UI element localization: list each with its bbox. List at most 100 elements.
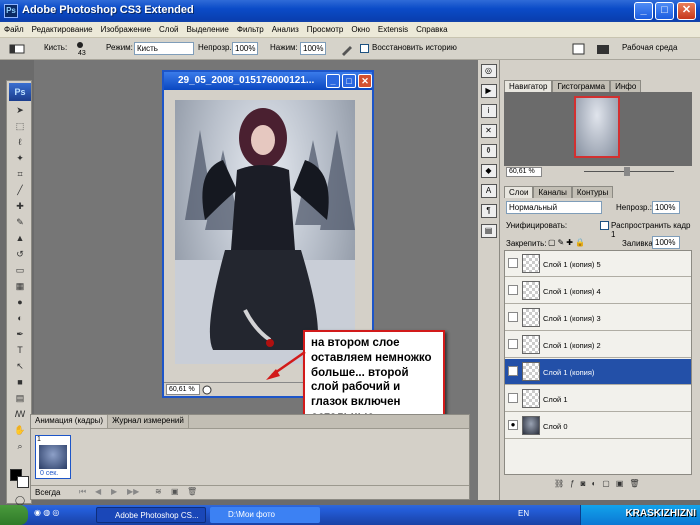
tween-icon[interactable]: ≋ <box>155 487 162 496</box>
tools-preset-icon[interactable]: ✕ <box>480 124 497 138</box>
zoom-tool-icon[interactable]: ⌕ <box>9 439 31 453</box>
layer-row[interactable]: Слой 1 (копия) 3 <box>505 305 691 331</box>
navigator-zoom-field[interactable]: 60,61 % <box>506 167 542 177</box>
path-selection-icon[interactable]: ↖ <box>9 359 31 373</box>
eye-icon[interactable]: ● <box>508 420 518 430</box>
palette-well-icon[interactable] <box>572 42 586 56</box>
tab-layers[interactable]: Слои <box>504 186 534 198</box>
minimize-button[interactable]: _ <box>634 2 653 20</box>
crop-tool-icon[interactable]: ⌗ <box>9 167 31 181</box>
visibility-toggle[interactable] <box>508 258 518 268</box>
navigator-icon[interactable]: ◎ <box>480 64 497 78</box>
tab-animation[interactable]: Анимация (кадры) <box>31 415 109 428</box>
new-frame-icon[interactable]: ▣ <box>171 487 179 496</box>
pressure-field[interactable]: 100% <box>300 42 326 55</box>
menu-window[interactable]: Окно <box>347 22 374 38</box>
layer-comps-icon[interactable]: ▤ <box>480 224 497 238</box>
eyedropper-icon[interactable]: ꟿ <box>9 407 31 421</box>
hand-tool-icon[interactable]: ✋ <box>9 423 31 437</box>
info-icon[interactable]: i <box>480 104 497 118</box>
airbrush-icon[interactable] <box>340 42 354 56</box>
menu-filter[interactable]: Фильтр <box>233 22 268 38</box>
doc-maximize-button[interactable]: □ <box>342 74 356 88</box>
brush-preview-icon[interactable] <box>74 40 86 50</box>
layer-row[interactable]: Слой 1 <box>505 386 691 412</box>
type-tool-icon[interactable]: T <box>9 343 31 357</box>
close-button[interactable]: ✕ <box>677 2 696 20</box>
menu-extensis[interactable]: Extensis <box>374 22 412 38</box>
eraser-icon[interactable]: ▭ <box>9 263 31 277</box>
document-canvas[interactable] <box>175 100 355 364</box>
document-title-bar[interactable]: 29_05_2008_015176000121... _ □ ✕ <box>164 72 372 90</box>
brush-tool-icon[interactable]: ✎ <box>9 215 31 229</box>
tab-histogram[interactable]: Гистограмма <box>552 80 611 92</box>
frame-delay[interactable]: 0 сек. <box>40 470 58 477</box>
menu-view[interactable]: Просмотр <box>303 22 348 38</box>
fill-field[interactable]: 100% <box>652 236 680 249</box>
doc-close-button[interactable]: ✕ <box>358 74 372 88</box>
visibility-toggle[interactable] <box>508 393 518 403</box>
layer-row-selected[interactable]: ● Слой 1 (копия) <box>505 359 691 385</box>
animation-frame-1[interactable]: 1 0 сек. <box>35 435 71 479</box>
first-frame-icon[interactable]: ⏮ <box>79 487 86 497</box>
tab-navigator[interactable]: Навигатор <box>504 80 553 92</box>
background-color-swatch[interactable] <box>17 476 29 488</box>
slice-tool-icon[interactable]: ╱ <box>9 183 31 197</box>
taskbar-folder[interactable]: D:\Мои фото <box>210 507 320 523</box>
layer-actions-icons[interactable]: ⛓ƒ◙◐▢▣🗑 <box>554 479 646 488</box>
layer-opacity-field[interactable]: 100% <box>652 201 680 214</box>
shape-tool-icon[interactable]: ■ <box>9 375 31 389</box>
healing-brush-icon[interactable]: ✚ <box>9 199 31 213</box>
maximize-button[interactable]: □ <box>655 2 674 20</box>
tab-measurement-log[interactable]: Журнал измерений <box>108 415 189 428</box>
layer-row[interactable]: ● Слой 0 <box>505 413 691 439</box>
visibility-toggle[interactable] <box>508 339 518 349</box>
history-brush-icon[interactable]: ↺ <box>9 247 31 261</box>
prev-frame-icon[interactable]: ◀ <box>95 487 101 496</box>
propagate-checkbox[interactable] <box>600 221 609 230</box>
brushes-icon[interactable]: ⚱ <box>480 144 497 158</box>
status-info-icon[interactable] <box>202 385 212 395</box>
menu-file[interactable]: Файл <box>0 22 28 38</box>
restore-history-checkbox[interactable] <box>360 44 369 53</box>
marquee-tool-icon[interactable]: ⬚ <box>9 119 31 133</box>
lock-icons[interactable]: ▢✎✚🔒 <box>548 238 587 247</box>
layer-row[interactable]: Слой 1 (копия) 5 <box>505 251 691 277</box>
visibility-toggle[interactable] <box>508 285 518 295</box>
mode-select[interactable]: Кисть <box>134 42 194 55</box>
layer-row[interactable]: Слой 1 (копия) 2 <box>505 332 691 358</box>
pen-tool-icon[interactable]: ✒ <box>9 327 31 341</box>
notes-tool-icon[interactable]: ▤ <box>9 391 31 405</box>
navigator-view-box[interactable] <box>574 96 620 158</box>
visibility-toggle[interactable] <box>508 312 518 322</box>
workspace-icon[interactable] <box>596 42 612 56</box>
menu-edit[interactable]: Редактирование <box>28 22 97 38</box>
taskbar-photoshop[interactable]: Adobe Photoshop CS... <box>96 507 206 523</box>
menu-analysis[interactable]: Анализ <box>268 22 303 38</box>
magic-wand-tool-icon[interactable]: ✦ <box>9 151 31 165</box>
play-icon[interactable]: ▶ <box>111 487 117 496</box>
start-button[interactable] <box>0 505 28 525</box>
delete-frame-icon[interactable]: 🗑 <box>187 487 197 496</box>
styles-icon[interactable]: ◆ <box>480 164 497 178</box>
menu-layer[interactable]: Слой <box>155 22 182 38</box>
paragraph-icon[interactable]: ¶ <box>480 204 497 218</box>
histogram-icon[interactable]: ▶ <box>480 84 497 98</box>
navigator-zoom-slider-thumb[interactable] <box>624 167 630 176</box>
menu-help[interactable]: Справка <box>412 22 451 38</box>
clone-stamp-icon[interactable]: ▲ <box>9 231 31 245</box>
dodge-tool-icon[interactable]: ◐ <box>9 311 31 325</box>
tab-paths[interactable]: Контуры <box>571 186 614 198</box>
loop-select[interactable]: Всегда <box>35 488 60 497</box>
character-icon[interactable]: A <box>480 184 497 198</box>
doc-minimize-button[interactable]: _ <box>326 74 340 88</box>
workspace-menu[interactable]: Рабочая среда <box>622 43 677 52</box>
layer-row[interactable]: Слой 1 (копия) 4 <box>505 278 691 304</box>
document-zoom-field[interactable]: 60,61 % <box>166 384 200 395</box>
eye-icon[interactable]: ● <box>508 366 518 376</box>
next-frame-icon[interactable]: ▶▶ <box>127 487 139 496</box>
gradient-tool-icon[interactable]: ▦ <box>9 279 31 293</box>
blur-tool-icon[interactable]: ● <box>9 295 31 309</box>
move-tool-icon[interactable]: ➤ <box>9 103 31 117</box>
language-indicator[interactable]: EN <box>518 509 529 518</box>
